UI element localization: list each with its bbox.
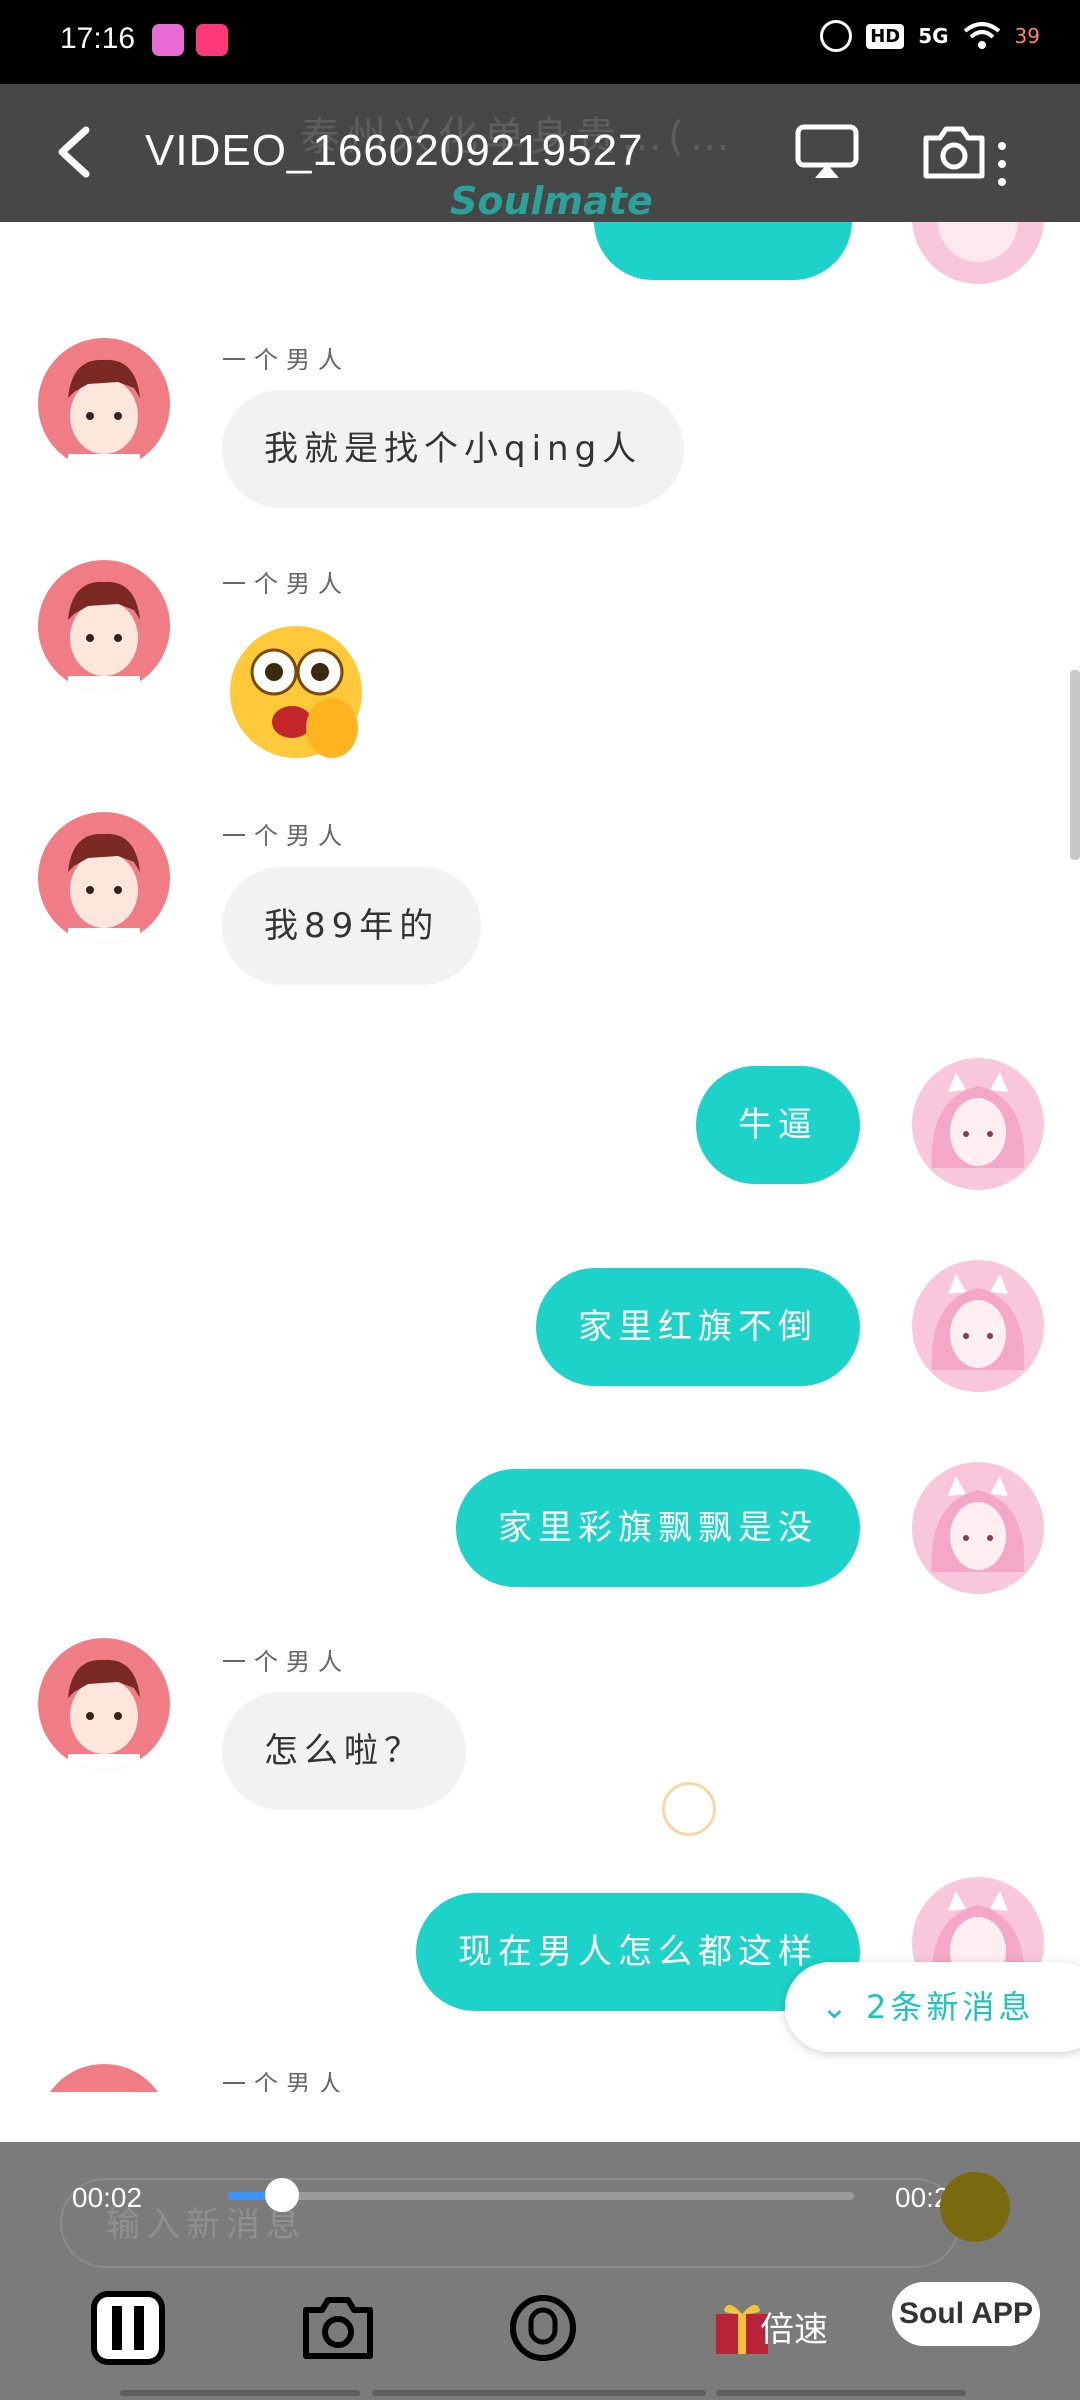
hd-icon: HD <box>866 23 905 49</box>
nav-handle <box>716 2390 966 2396</box>
emoji-icon <box>940 2172 1010 2242</box>
status-time: 17:16 <box>60 22 136 55</box>
message-bubble-partial <box>594 222 852 280</box>
avatar <box>912 222 1044 284</box>
snapshot-icon[interactable] <box>300 2290 376 2366</box>
seek-bar[interactable] <box>228 2178 854 2212</box>
avatar <box>912 1462 1044 1594</box>
message-bubble: 我就是找个小qing人 <box>222 390 685 508</box>
wifi-icon <box>963 22 1000 49</box>
chat-area: 一个男人 我就是找个小qing人 一个男人 一个男人 我89年的 牛逼 家里红旗… <box>0 222 1080 2092</box>
pause-icon[interactable] <box>90 2290 166 2366</box>
gallery-app-icon <box>152 24 184 56</box>
record-icon <box>510 2295 576 2361</box>
message-bubble: 牛逼 <box>696 1066 860 1184</box>
current-time: 00:02 <box>72 2182 143 2213</box>
nav-handle <box>372 2390 706 2396</box>
scrollbar[interactable] <box>1070 670 1080 860</box>
camera-icon[interactable] <box>922 124 986 180</box>
nav-handle <box>120 2390 360 2396</box>
message-bubble: 我89年的 <box>222 867 482 985</box>
signal-icon: 5G <box>918 24 949 48</box>
sender-name: 一个男人 <box>222 570 350 598</box>
message-bubble: 家里彩旗飘飘是没 <box>456 1469 860 1587</box>
status-right: HD 5G 39 <box>820 20 1040 52</box>
status-bar: 17:16 HD 5G 39 <box>0 0 1080 84</box>
avatar <box>38 2064 170 2092</box>
sender-name: 一个男人 <box>222 822 350 850</box>
sender-name: 一个男人 <box>222 346 350 374</box>
alarm-icon <box>820 20 853 52</box>
message-bubble: 家里红旗不倒 <box>536 1268 860 1386</box>
avatar <box>38 338 170 470</box>
battery-icon: 39 <box>1014 24 1040 48</box>
sender-name: 一个男人 <box>222 2070 350 2092</box>
avatar <box>912 1260 1044 1392</box>
chevron-down-icon: ⌄ <box>821 1988 852 2026</box>
cast-icon[interactable] <box>795 124 859 180</box>
notification-app-icon <box>196 24 228 56</box>
avatar <box>912 1058 1044 1190</box>
new-messages-label: 2条新消息 <box>865 1988 1035 2026</box>
flushed-face-emoji-icon <box>230 626 362 758</box>
player-top-bar: 泰州兴化单身贵…(… Soulmate VIDEO_1660209219527 <box>0 84 1080 223</box>
message-bubble: 怎么啦？ <box>222 1692 466 1810</box>
more-icon[interactable] <box>998 142 1008 192</box>
avatar <box>38 560 170 692</box>
watermark-logo: Soul APP <box>892 2282 1040 2346</box>
new-messages-button[interactable]: ⌄ 2条新消息 <box>785 1962 1080 2052</box>
back-icon[interactable] <box>48 124 104 180</box>
avatar <box>38 1638 170 1770</box>
speed-button[interactable]: 倍速 <box>760 2302 828 2351</box>
video-title: VIDEO_1660209219527 <box>145 126 644 175</box>
avatar <box>38 812 170 944</box>
loading-spinner <box>662 1782 716 1836</box>
background-logo: Soulmate <box>450 179 653 223</box>
sender-name: 一个男人 <box>222 1648 350 1676</box>
